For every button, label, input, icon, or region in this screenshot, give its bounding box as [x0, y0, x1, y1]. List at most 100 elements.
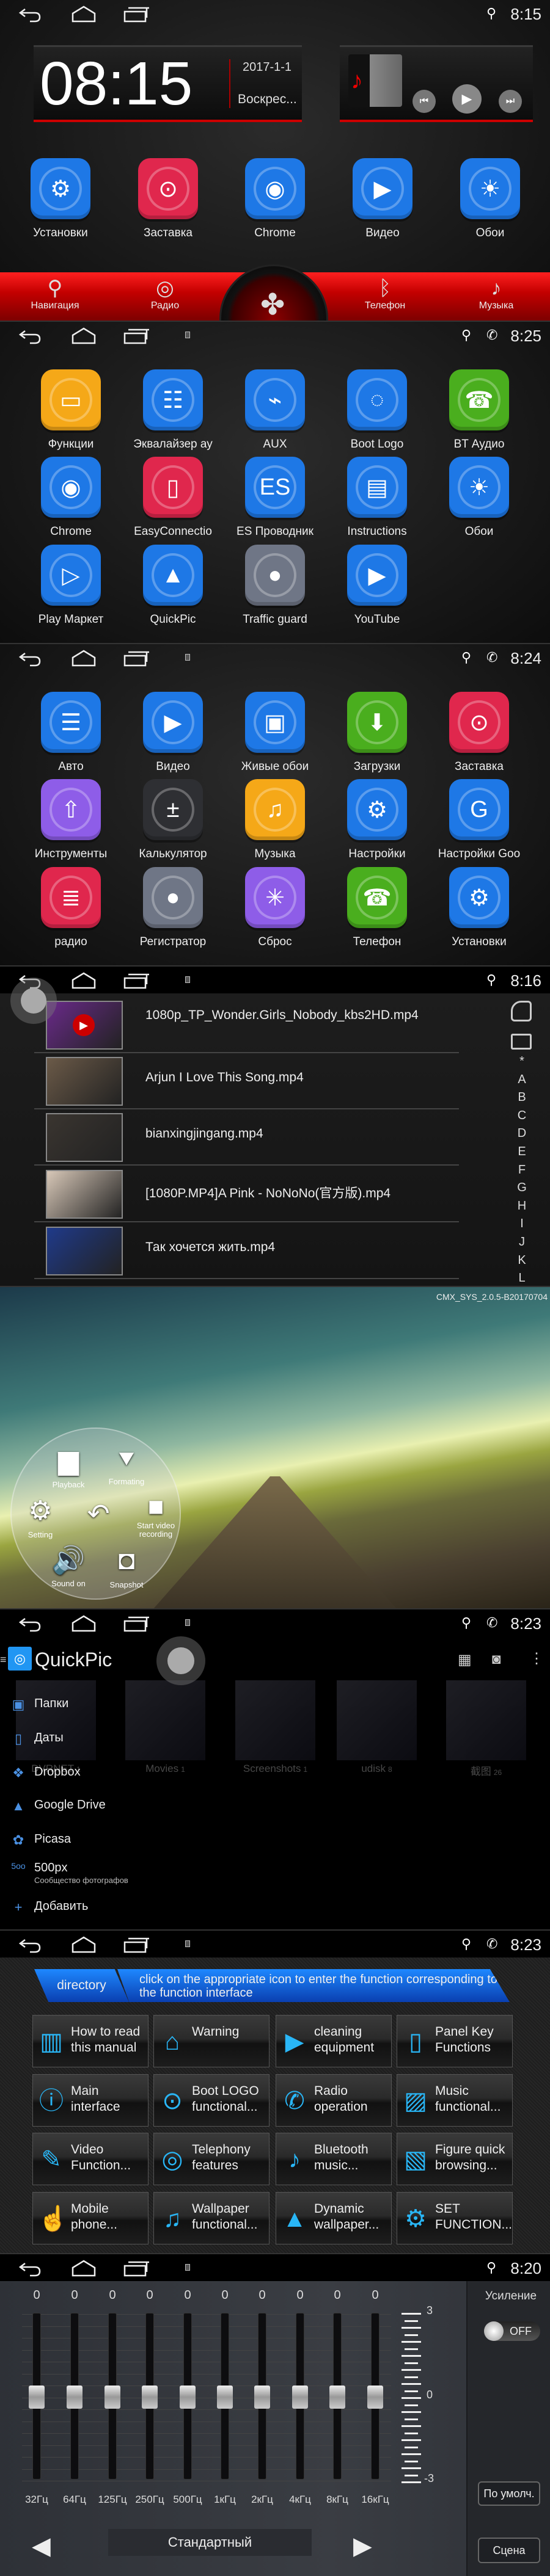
- app-aux-cable[interactable]: ⌁ AUX: [229, 369, 321, 451]
- album-tile[interactable]: Movies 1: [125, 1680, 205, 1775]
- app-car-settings[interactable]: ⚙ Установки: [15, 158, 106, 240]
- app-bt-audio[interactable]: ☎ BT Аудио: [433, 369, 525, 451]
- slider-thumb[interactable]: [67, 2385, 82, 2409]
- home-icon[interactable]: [70, 650, 97, 667]
- drawer-item-picasa[interactable]: ✿ Picasa: [7, 1831, 160, 1849]
- dock-music-note[interactable]: ♪ Музыка: [447, 276, 545, 311]
- app-tools-tray[interactable]: ⇧ Инструменты: [25, 779, 117, 861]
- recent-apps-icon[interactable]: [122, 1615, 149, 1632]
- home-icon[interactable]: [70, 327, 97, 344]
- alphabet-index-letter[interactable]: H: [513, 1199, 530, 1213]
- dock-bluetooth[interactable]: ᛒ Телефон: [336, 276, 434, 311]
- slider-thumb[interactable]: [142, 2385, 158, 2409]
- app-download[interactable]: ⬇ Загрузки: [331, 692, 423, 774]
- recent-apps-icon[interactable]: [122, 650, 149, 667]
- manual-item-button[interactable]: ⊙ Boot LOGO functional...: [153, 2074, 270, 2127]
- dvr-menu-speaker[interactable]: 🔊 Sound on: [41, 1545, 96, 1588]
- slider-thumb[interactable]: [292, 2385, 308, 2409]
- back-icon[interactable]: [16, 1615, 43, 1632]
- app-video-play[interactable]: ▶ Видео: [337, 158, 428, 240]
- gain-toggle[interactable]: OFF: [484, 2321, 540, 2341]
- back-icon[interactable]: [16, 327, 43, 344]
- slider-thumb[interactable]: [254, 2385, 270, 2409]
- drawer-item-500px[interactable]: 5oo 500px Сообщество фотографов: [7, 1860, 160, 1885]
- band-slider[interactable]: [67, 2313, 82, 2480]
- app-quickpic[interactable]: ▲ QuickPic: [127, 545, 219, 626]
- camera-icon[interactable]: ◙: [492, 1651, 501, 1668]
- album-tile[interactable]: Screenshots 1: [235, 1680, 315, 1775]
- drawer-item-plus[interactable]: + Добавить: [7, 1898, 160, 1917]
- app-book[interactable]: ▤ Instructions: [331, 457, 423, 539]
- app-play-store[interactable]: ▷ Play Маркет: [25, 545, 117, 626]
- dvr-menu-video-camera[interactable]: ■ Start video recording: [128, 1491, 183, 1539]
- back-icon[interactable]: [16, 1936, 43, 1953]
- band-slider[interactable]: [367, 2313, 383, 2480]
- app-chrome[interactable]: ◉ Chrome: [25, 457, 117, 539]
- manual-item-button[interactable]: ◎ Telephony features: [153, 2133, 270, 2185]
- app-live-wallpaper[interactable]: ▣ Живые обои: [229, 692, 321, 774]
- band-slider[interactable]: [292, 2313, 308, 2480]
- music-widget[interactable]: ♪ ⏮ ▶ ⏭: [340, 45, 533, 122]
- grid-view-icon[interactable]: ▦: [458, 1651, 472, 1669]
- recent-apps-icon[interactable]: [122, 1936, 149, 1953]
- band-slider[interactable]: [105, 2313, 120, 2480]
- clock-widget[interactable]: 08:15 2017-1-1 Воскрес...: [34, 45, 302, 122]
- alphabet-index-letter[interactable]: K: [513, 1254, 530, 1268]
- manual-item-button[interactable]: ⓘ Main interface: [32, 2074, 148, 2127]
- alphabet-index-letter[interactable]: D: [513, 1127, 530, 1141]
- home-icon[interactable]: [70, 1615, 97, 1632]
- home-icon[interactable]: [70, 972, 97, 989]
- app-power[interactable]: ⊙ Заставка: [433, 692, 525, 774]
- app-music-disc[interactable]: ♫ Музыка: [229, 779, 321, 861]
- assistive-touch-button[interactable]: [10, 978, 57, 1024]
- manual-item-button[interactable]: ⚙ SET FUNCTION...: [397, 2192, 513, 2244]
- back-icon[interactable]: [16, 2260, 43, 2277]
- album-tile[interactable]: 截图 26: [446, 1680, 526, 1778]
- next-track-button[interactable]: ⏭: [499, 90, 522, 113]
- manual-item-button[interactable]: ▯ Panel Key Functions: [397, 2015, 513, 2067]
- band-slider[interactable]: [217, 2313, 233, 2480]
- app-youtube[interactable]: ▶ YouTube: [331, 545, 423, 626]
- directory-tab[interactable]: directory: [34, 1969, 129, 2002]
- alphabet-index-letter[interactable]: G: [513, 1181, 530, 1195]
- app-google-settings[interactable]: G Настройки Goo: [433, 779, 525, 861]
- manual-item-button[interactable]: ▨ Music functional...: [397, 2074, 513, 2127]
- home-icon[interactable]: [70, 5, 97, 23]
- drawer-item-dropbox[interactable]: ❖ Dropbox: [7, 1764, 160, 1782]
- album-tile[interactable]: DVRNET 1: [16, 1680, 96, 1775]
- app-wallpaper[interactable]: ☀ Обои: [444, 158, 536, 240]
- app-reset[interactable]: ✳ Сброс: [229, 867, 321, 949]
- app-logo[interactable]: ◌ Boot Logo: [331, 369, 423, 451]
- band-slider[interactable]: [254, 2313, 270, 2480]
- app-dashcam[interactable]: ● Регистратор: [127, 867, 219, 949]
- home-icon[interactable]: [70, 2260, 97, 2277]
- dvr-menu-back-arrow[interactable]: ↶: [71, 1498, 126, 1530]
- dock-map-pin[interactable]: ⚲ Навигация: [6, 276, 104, 311]
- recent-apps-icon[interactable]: [122, 5, 149, 23]
- manual-item-button[interactable]: ✆ Radio operation: [276, 2074, 392, 2127]
- slider-thumb[interactable]: [329, 2385, 345, 2409]
- app-power[interactable]: ⊙ Заставка: [122, 158, 214, 240]
- slider-thumb[interactable]: [105, 2385, 120, 2409]
- band-slider[interactable]: [29, 2313, 45, 2480]
- recent-apps-icon[interactable]: [122, 327, 149, 344]
- more-options-icon[interactable]: ⋮: [529, 1650, 544, 1667]
- manual-item-button[interactable]: ⌂ Warning: [153, 2015, 270, 2067]
- scene-button[interactable]: Сцена: [478, 2538, 540, 2563]
- next-preset-button[interactable]: ▶: [353, 2532, 372, 2560]
- band-slider[interactable]: [142, 2313, 158, 2480]
- app-car-list[interactable]: ☰ Авто: [25, 692, 117, 774]
- dvr-menu-gear[interactable]: ⚙ Setting: [13, 1495, 68, 1539]
- manual-item-button[interactable]: ▥ How to read this manual: [32, 2015, 148, 2067]
- app-chrome[interactable]: ◉ Chrome: [229, 158, 321, 240]
- app-gear[interactable]: ⚙ Настройки: [331, 779, 423, 861]
- app-calculator[interactable]: ± Калькулятор: [127, 779, 219, 861]
- app-equalizer[interactable]: ☷ Эквалайзер ау: [127, 369, 219, 451]
- manual-item-button[interactable]: ☝ Mobile phone...: [32, 2192, 148, 2244]
- video-list-item[interactable]: ▶ 1080p_TP_Wonder.Girls_Nobody_kbs2HD.mp4: [34, 997, 459, 1053]
- app-radio[interactable]: ≣ радио: [25, 867, 117, 949]
- manual-item-button[interactable]: ▶ cleaning equipment: [276, 2015, 392, 2067]
- dvr-menu-folder[interactable]: ▆ Playback: [41, 1445, 96, 1489]
- drawer-item-google-drive[interactable]: ▲ Google Drive: [7, 1797, 160, 1815]
- prev-preset-button[interactable]: ◀: [32, 2532, 51, 2560]
